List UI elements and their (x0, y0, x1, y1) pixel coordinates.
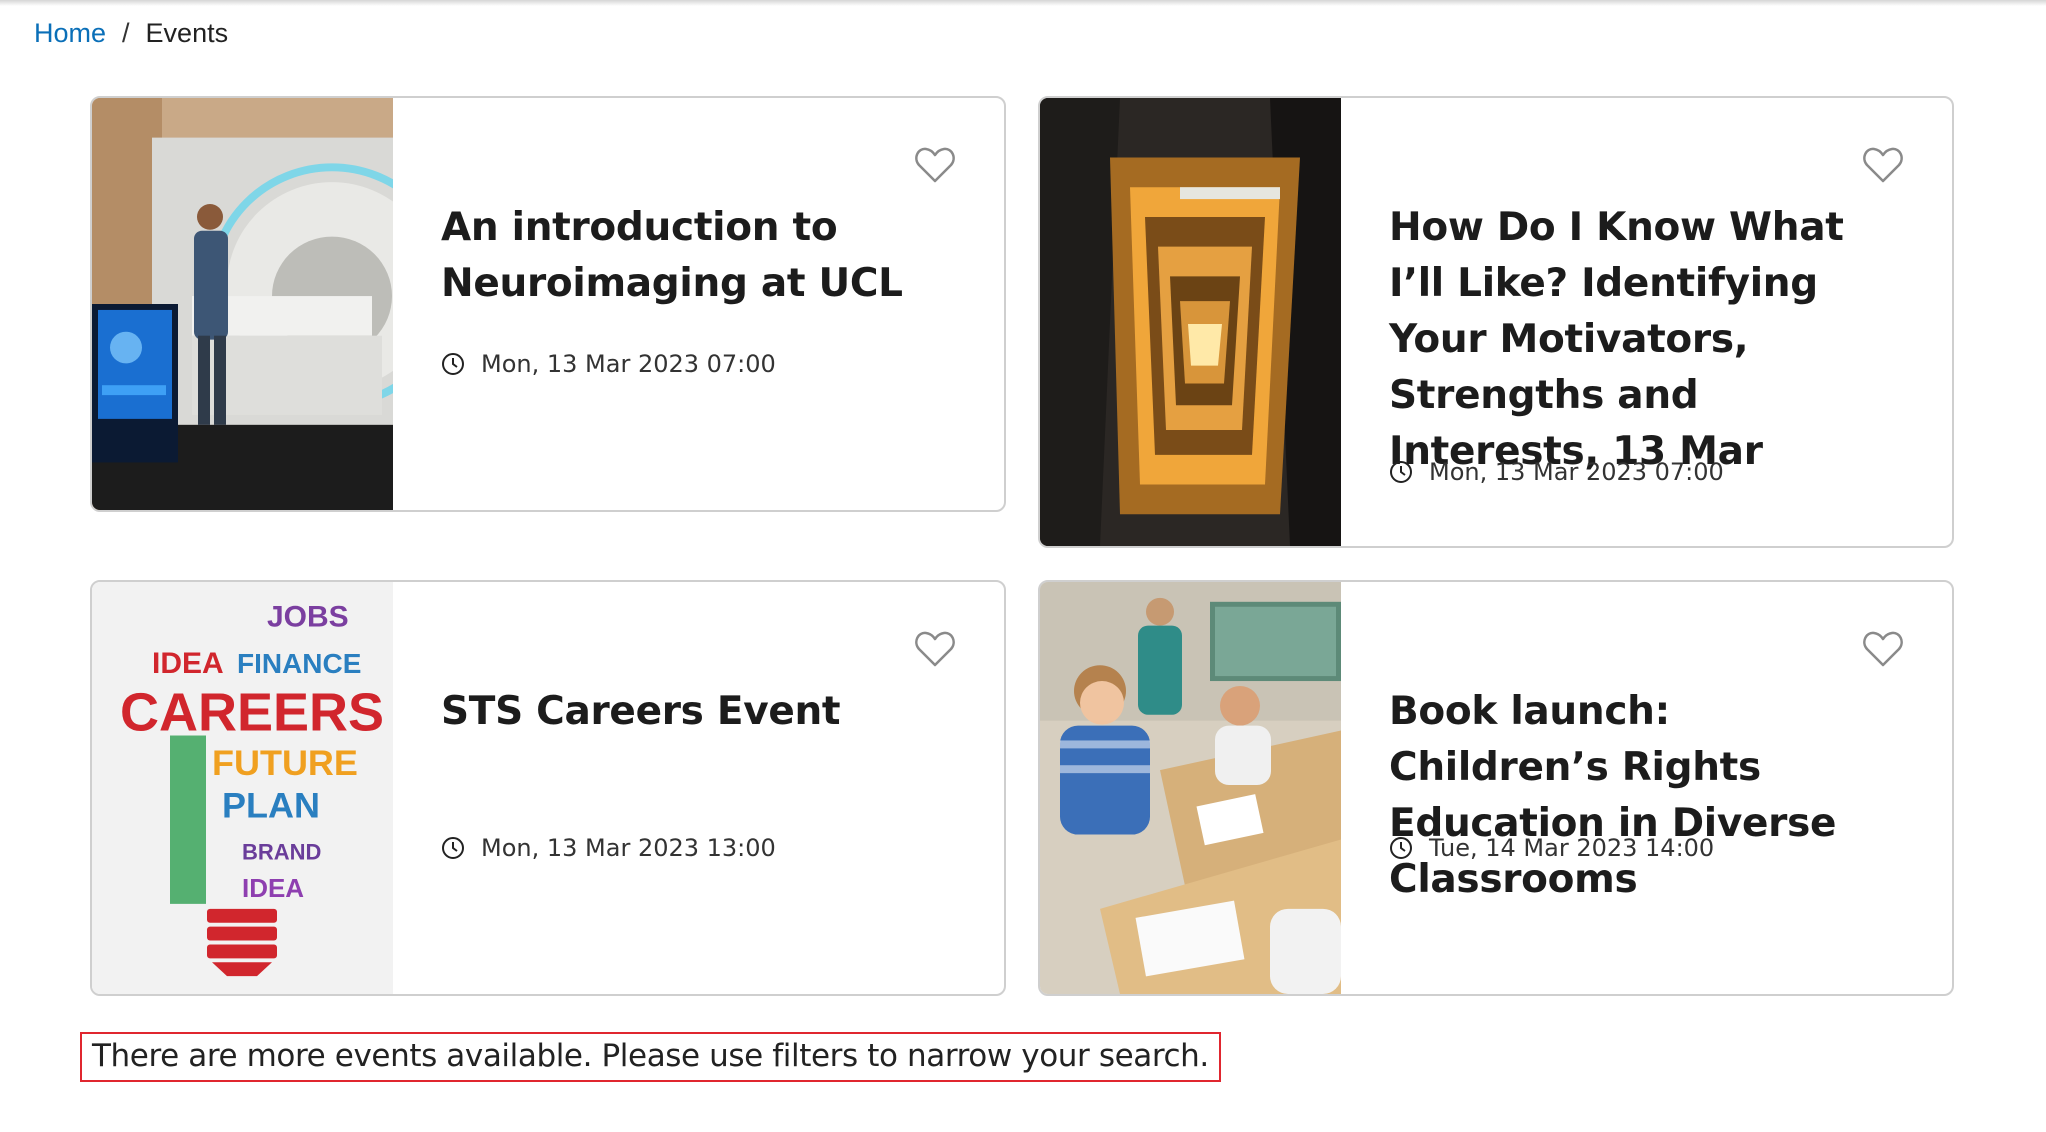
breadcrumb-home-link[interactable]: Home (34, 18, 106, 49)
careers-word: FINANCE (237, 648, 361, 679)
event-card[interactable]: Book launch: Children’s Rights Education… (1038, 580, 1954, 996)
careers-word: JOBS (267, 601, 349, 634)
careers-word: FUTURE (212, 743, 358, 783)
clock-icon (442, 353, 464, 375)
clock-icon (442, 837, 464, 859)
careers-word: IDEA (242, 875, 304, 903)
heart-outline-icon[interactable] (914, 146, 956, 184)
event-date: Mon, 13 Mar 2023 07:00 (1389, 458, 1724, 486)
event-title[interactable]: How Do I Know What I’ll Like? Identifyin… (1389, 200, 1892, 480)
event-date: Mon, 13 Mar 2023 13:00 (441, 834, 776, 862)
event-date: Tue, 14 Mar 2023 14:00 (1389, 834, 1714, 862)
clock-icon (1390, 837, 1412, 859)
event-date-text: Tue, 14 Mar 2023 14:00 (1429, 834, 1715, 862)
breadcrumb-current: Events (145, 18, 229, 48)
careers-word: CAREERS (120, 683, 384, 743)
more-events-notice: There are more events available. Please … (80, 1032, 1221, 1082)
event-title[interactable]: Book launch: Children’s Rights Education… (1389, 684, 1892, 908)
breadcrumb-separator: / (122, 18, 130, 48)
breadcrumb: Home / Events (34, 18, 228, 49)
clock-icon (1390, 461, 1412, 483)
event-date-text: Mon, 13 Mar 2023 07:00 (481, 350, 776, 378)
careers-word: PLAN (222, 786, 320, 826)
event-date: Mon, 13 Mar 2023 07:00 (441, 350, 776, 378)
event-date-text: Mon, 13 Mar 2023 07:00 (1429, 458, 1724, 486)
event-card[interactable]: JOBS IDEA FINANCE CAREERS FUTURE PLAN BR… (90, 580, 1006, 996)
event-image-mri-scanner[interactable] (92, 98, 393, 510)
heart-outline-icon[interactable] (1862, 630, 1904, 668)
event-card[interactable]: An introduction to Neuroimaging at UCL M… (90, 96, 1006, 512)
event-image-classroom[interactable] (1040, 582, 1341, 994)
heart-outline-icon[interactable] (914, 630, 956, 668)
top-shadow (0, 0, 2046, 6)
careers-word: IDEA (152, 647, 224, 680)
event-image-careers-lightbulb[interactable]: JOBS IDEA FINANCE CAREERS FUTURE PLAN BR… (92, 582, 393, 994)
event-title[interactable]: STS Careers Event (441, 684, 944, 740)
event-date-text: Mon, 13 Mar 2023 13:00 (481, 834, 776, 862)
event-card[interactable]: How Do I Know What I’ll Like? Identifyin… (1038, 96, 1954, 548)
event-image-spiral-staircase[interactable] (1040, 98, 1341, 546)
heart-outline-icon[interactable] (1862, 146, 1904, 184)
event-title[interactable]: An introduction to Neuroimaging at UCL (441, 200, 944, 312)
careers-word: BRAND (242, 839, 321, 864)
